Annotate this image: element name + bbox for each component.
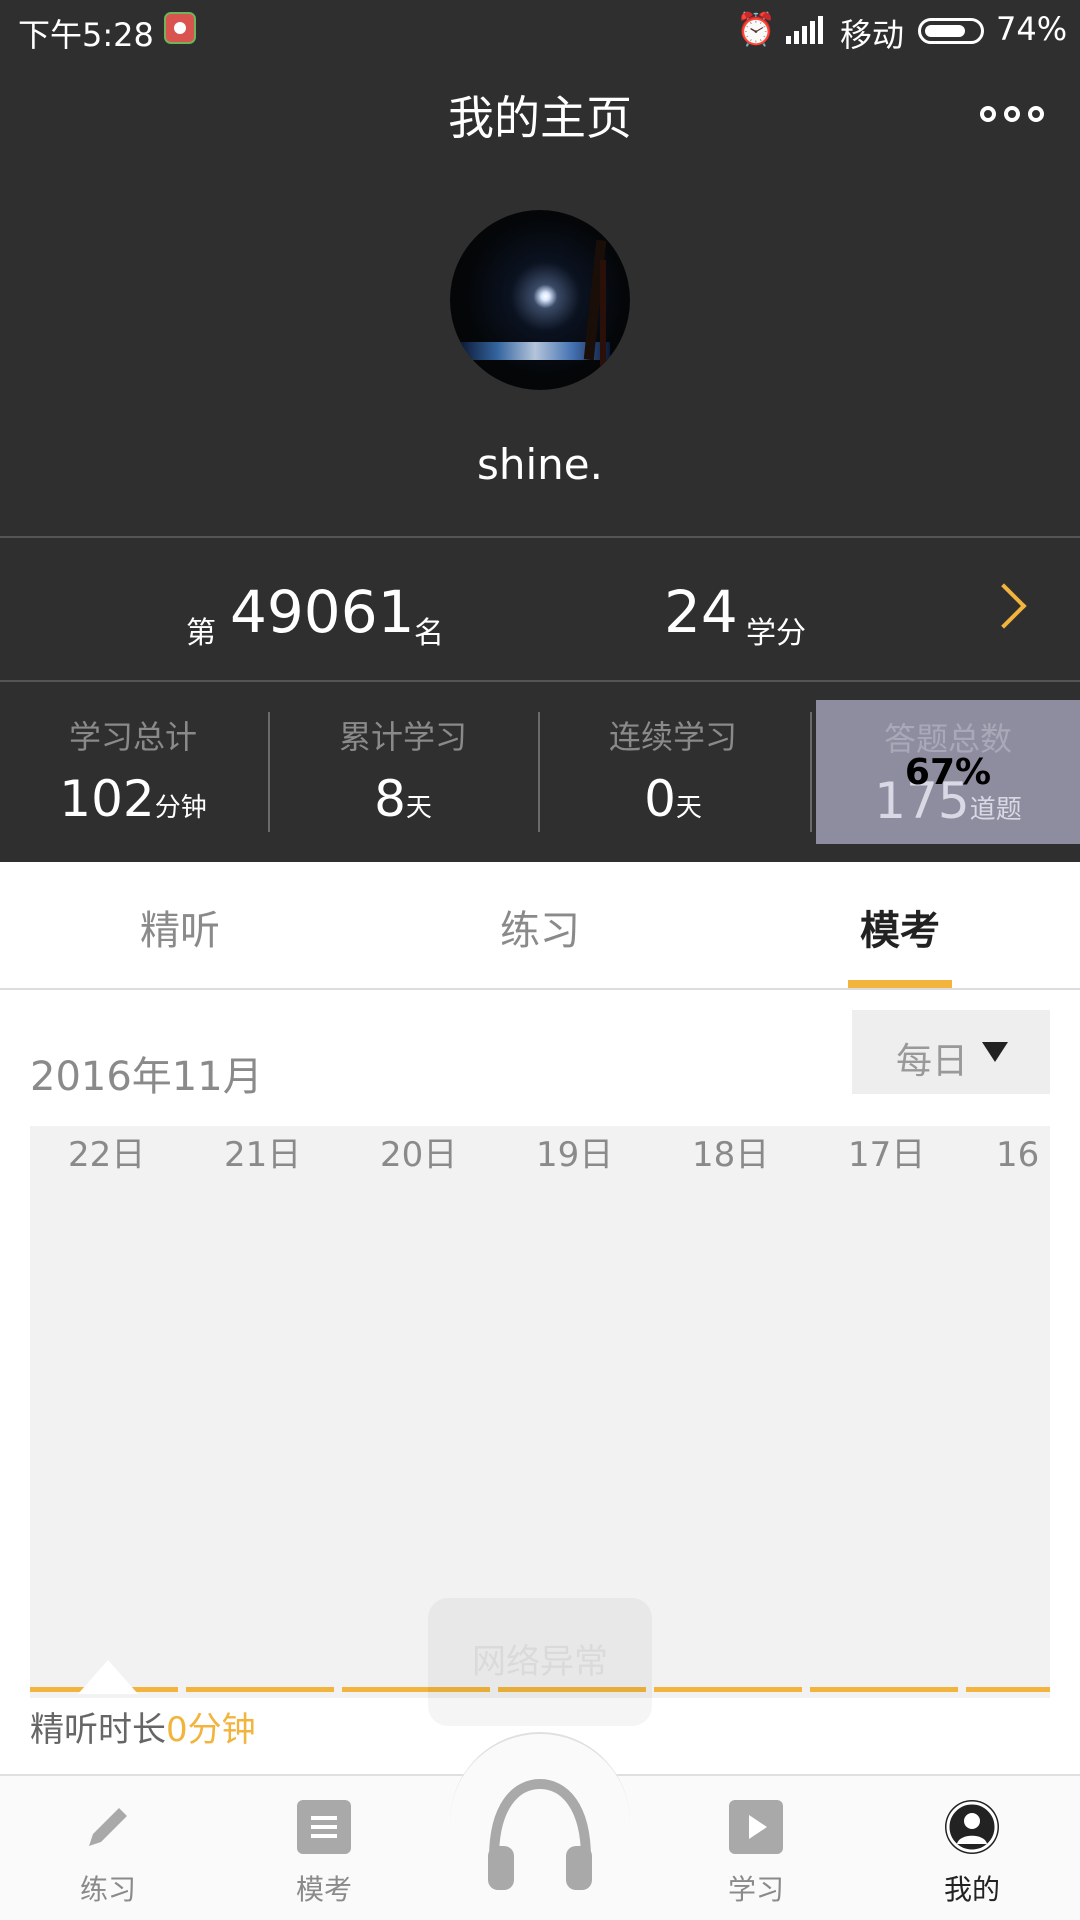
- tab-mock-exam[interactable]: 模考: [800, 898, 1000, 956]
- nav-label: 学习: [727, 1873, 784, 1906]
- chart-bar[interactable]: [810, 1687, 958, 1692]
- signal-icon: [786, 16, 823, 44]
- chart-tick-label: 20日: [380, 1135, 457, 1175]
- nav-study[interactable]: 学习: [676, 1800, 836, 1908]
- stat-divider: [538, 712, 540, 832]
- more-dots-icon: [980, 106, 996, 122]
- stat-divider: [810, 712, 812, 832]
- stat-unit: 天: [675, 793, 702, 823]
- profile-header: 下午5:28 ⏰ 移动 74% 我的主页 shine. 第 49061 名 24…: [0, 0, 1080, 862]
- status-time: 下午5:28: [18, 16, 154, 54]
- chart-bar[interactable]: [966, 1687, 1050, 1692]
- rank-prefix: 第: [186, 616, 216, 651]
- stat-streak-days: 连续学习 0天: [540, 698, 806, 848]
- nav-label: 练习: [79, 1873, 136, 1906]
- selected-day-marker: [78, 1660, 138, 1694]
- chart-footer: 精听时长0分钟: [30, 1702, 256, 1751]
- battery-percent: 74%: [996, 10, 1068, 48]
- profile-icon: [945, 1800, 999, 1854]
- credits-unit: 学分: [746, 616, 806, 651]
- period-select[interactable]: 每日: [852, 1010, 1050, 1094]
- chart-tick-label: 21日: [224, 1135, 301, 1175]
- stat-cumulative-days: 累计学习 8天: [270, 698, 536, 848]
- nav-practice[interactable]: 练习: [28, 1800, 188, 1908]
- listening-duration-label: 精听时长: [30, 1710, 166, 1750]
- play-icon: [729, 1800, 783, 1854]
- alarm-icon: ⏰: [736, 10, 776, 48]
- stat-label: 学习总计: [68, 718, 197, 756]
- network-error-toast: 网络异常: [428, 1598, 652, 1726]
- nav-label: 模考: [295, 1873, 352, 1906]
- stat-label: 连续学习: [608, 718, 737, 756]
- listening-duration-value: 0分钟: [166, 1710, 256, 1750]
- more-dots-icon: [1028, 106, 1044, 122]
- stat-unit: 道题: [969, 795, 1022, 825]
- caret-down-icon: [982, 1042, 1008, 1062]
- nav-label: 我的: [943, 1873, 1000, 1906]
- username: shine.: [477, 440, 603, 489]
- carrier-name: 移动: [840, 16, 905, 54]
- ranking-row[interactable]: [0, 538, 1080, 680]
- stat-divider: [268, 712, 270, 832]
- rank-value: 49061: [230, 578, 415, 646]
- chart-bar[interactable]: [654, 1687, 802, 1692]
- nav-mine[interactable]: 我的: [892, 1800, 1052, 1908]
- tab-practice[interactable]: 练习: [440, 898, 640, 956]
- headphones-icon[interactable]: [484, 1776, 596, 1892]
- credits-value: 24: [664, 578, 738, 646]
- page-title: 我的主页: [448, 91, 632, 145]
- stat-answer-total[interactable]: 答题总数 175道题 67%: [816, 700, 1080, 844]
- stat-value: 0: [644, 770, 676, 828]
- chart-tick-label: 22日: [68, 1135, 145, 1175]
- chart-tick-label: 16: [996, 1135, 1039, 1175]
- avatar[interactable]: [450, 210, 630, 390]
- stat-study-total: 学习总计 102分钟: [0, 698, 266, 848]
- more-options-button[interactable]: [980, 96, 1060, 132]
- month-label: 2016年11月: [30, 1054, 263, 1100]
- loading-progress-percent: 67%: [904, 752, 992, 793]
- document-icon: [297, 1800, 351, 1854]
- status-bar: 下午5:28 ⏰ 移动 74%: [0, 0, 1080, 58]
- chart-tick-label: 18日: [692, 1135, 769, 1175]
- pencil-icon: [89, 1808, 127, 1846]
- rank-suffix: 名: [414, 616, 444, 651]
- stat-unit: 天: [405, 793, 432, 823]
- stat-value: 102: [59, 770, 155, 828]
- stat-unit: 分钟: [154, 793, 207, 823]
- avatar-photo-detail: [600, 260, 606, 370]
- chart-tick-label: 17日: [848, 1135, 925, 1175]
- app-notification-icon: [164, 12, 196, 44]
- chart-tick-label: 19日: [536, 1135, 613, 1175]
- tab-bar: 精听 练习 模考: [0, 862, 1080, 990]
- stats-row: 学习总计 102分钟 累计学习 8天 连续学习 0天 答题总数 175道题 67…: [0, 682, 1080, 862]
- more-dots-icon: [1004, 106, 1020, 122]
- battery-fill: [925, 25, 965, 37]
- stat-label: 累计学习: [338, 718, 467, 756]
- active-tab-indicator: [848, 980, 952, 988]
- stat-value: 8: [374, 770, 406, 828]
- chart-bar[interactable]: [186, 1687, 334, 1692]
- nav-mock-exam[interactable]: 模考: [244, 1800, 404, 1908]
- battery-icon: [918, 18, 984, 44]
- period-select-value: 每日: [896, 1041, 969, 1082]
- tab-intensive-listening[interactable]: 精听: [80, 898, 280, 956]
